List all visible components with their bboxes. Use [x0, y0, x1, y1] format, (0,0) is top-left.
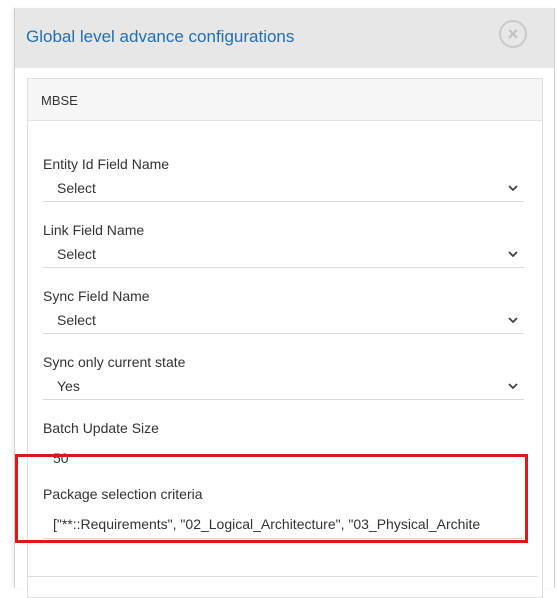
link-field-value: Select — [57, 246, 96, 262]
entity-id-field-label: Entity Id Field Name — [43, 156, 170, 172]
panel-heading-title: MBSE — [41, 93, 78, 108]
chevron-down-icon — [508, 251, 518, 258]
divider — [28, 576, 538, 577]
batch-update-size-label: Batch Update Size — [43, 420, 159, 436]
sync-field-value: Select — [57, 312, 96, 328]
page-background — [0, 0, 10, 582]
dialog-title: Global level advance configurations — [26, 27, 295, 46]
close-circle-icon: × — [507, 24, 519, 44]
panel-heading: MBSE — [28, 79, 542, 121]
sync-current-state-value: Yes — [57, 378, 80, 394]
link-field-label: Link Field Name — [43, 222, 145, 238]
entity-id-field-value: Select — [57, 180, 96, 196]
sync-field-label: Sync Field Name — [43, 288, 150, 304]
sync-current-state-select[interactable]: Yes — [43, 372, 524, 400]
chevron-down-icon — [508, 185, 518, 192]
sync-current-state-label: Sync only current state — [43, 354, 186, 370]
entity-id-field-select[interactable]: Select — [43, 174, 524, 202]
highlight-annotation — [15, 454, 528, 543]
chevron-down-icon — [508, 317, 518, 324]
link-field-select[interactable]: Select — [43, 240, 524, 268]
close-button[interactable]: × — [499, 20, 527, 48]
sync-field-select[interactable]: Select — [43, 306, 524, 334]
chevron-down-icon — [508, 383, 518, 390]
dialog-header: Global level advance configurations × — [15, 8, 554, 68]
